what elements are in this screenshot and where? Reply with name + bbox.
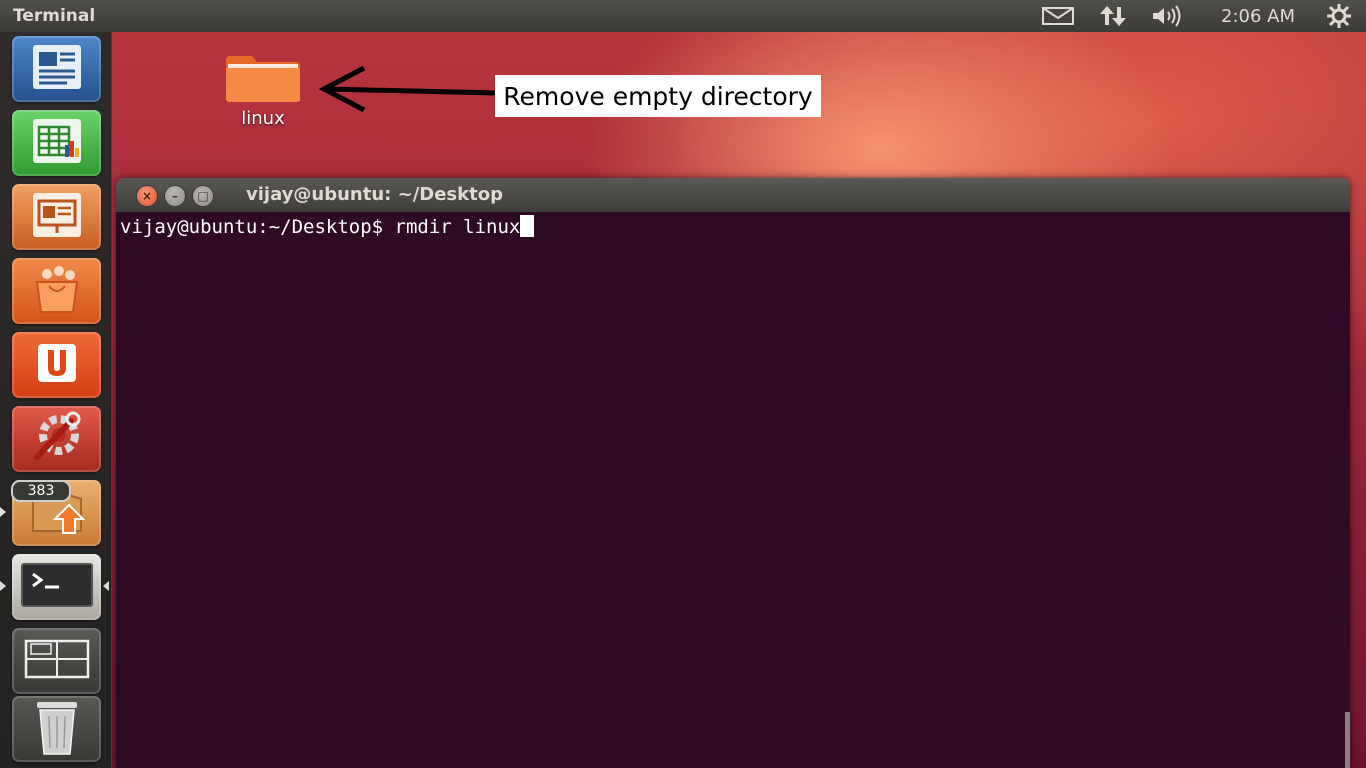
maximize-icon: □: [197, 189, 209, 203]
launcher-item-ubuntu-one[interactable]: [12, 332, 101, 398]
launcher-item-system-settings[interactable]: [12, 406, 101, 472]
workspaces-icon: [22, 637, 92, 685]
launcher: 383: [0, 32, 112, 768]
close-button[interactable]: ×: [137, 186, 157, 206]
launcher-item-writer[interactable]: [12, 36, 101, 102]
text-cursor: [520, 215, 535, 237]
settings-wrench-gear-icon: [27, 409, 87, 469]
launcher-item-trash[interactable]: [12, 696, 101, 762]
launcher-item-workspace-switcher[interactable]: [12, 628, 101, 694]
terminal-prompt-icon: [19, 560, 95, 614]
terminal-window[interactable]: × – □ vijay@ubuntu: ~/Desktop vijay@ubun…: [116, 178, 1350, 768]
launcher-item-calc[interactable]: [12, 110, 101, 176]
writer-document-icon: [27, 41, 87, 97]
trash-icon: [27, 696, 87, 762]
minimize-button[interactable]: –: [165, 186, 185, 206]
network-updown-icon[interactable]: [1096, 0, 1130, 32]
impress-presentation-icon: [27, 189, 87, 245]
update-count-badge: 383: [11, 480, 71, 502]
annotation-arrow-icon: [318, 65, 497, 113]
running-indicator: [0, 507, 6, 517]
active-app-title: Terminal: [13, 6, 96, 26]
minimize-icon: –: [172, 189, 178, 203]
focused-indicator: [103, 581, 109, 591]
maximize-button[interactable]: □: [193, 186, 213, 206]
folder-label: linux: [241, 108, 285, 129]
launcher-item-terminal[interactable]: [12, 554, 101, 620]
terminal-prompt: vijay@ubuntu:~/Desktop$: [120, 216, 395, 238]
clock[interactable]: 2:06 AM: [1206, 0, 1310, 32]
volume-icon[interactable]: [1148, 0, 1188, 32]
scrollbar[interactable]: [1345, 712, 1350, 768]
window-title: vijay@ubuntu: ~/Desktop: [246, 184, 503, 205]
terminal-command: rmdir linux: [394, 216, 521, 238]
mail-icon[interactable]: [1040, 0, 1076, 32]
ubuntu-one-icon: [32, 338, 82, 392]
launcher-item-software-center[interactable]: [12, 258, 101, 324]
terminal-output-area[interactable]: vijay@ubuntu:~/Desktop$ rmdir linux: [116, 212, 1350, 768]
session-gear-icon[interactable]: [1322, 0, 1356, 32]
folder-icon: [226, 56, 300, 102]
desktop-folder-linux[interactable]: linux: [222, 52, 304, 132]
annotation-callout: Remove empty directory: [495, 75, 821, 117]
window-titlebar[interactable]: × – □ vijay@ubuntu: ~/Desktop: [116, 178, 1350, 212]
shopping-bag-icon: [27, 262, 87, 320]
calc-spreadsheet-icon: [27, 115, 87, 171]
top-panel: Terminal 2:06 AM: [0, 0, 1366, 32]
close-icon: ×: [141, 189, 153, 203]
launcher-item-impress[interactable]: [12, 184, 101, 250]
running-indicator: [0, 581, 6, 591]
terminal-command-line: vijay@ubuntu:~/Desktop$ rmdir linux: [120, 215, 535, 238]
